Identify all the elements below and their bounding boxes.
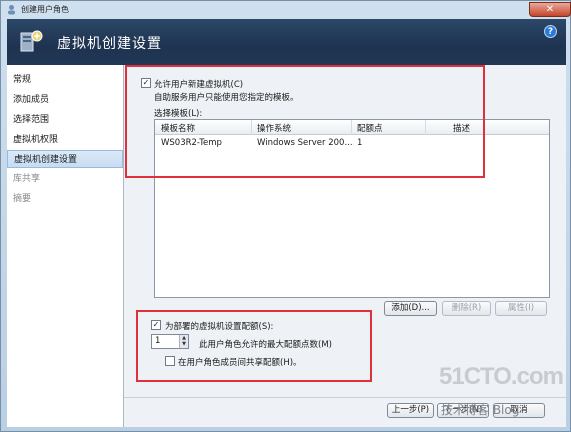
close-button[interactable]: ✕ [529, 2, 571, 17]
nav-item-general[interactable]: 常规 [7, 71, 123, 89]
watermark-site: 51CTO.com [439, 363, 564, 390]
page-header: 虚拟机创建设置 ? [7, 19, 566, 65]
footer-divider [124, 397, 566, 398]
highlight-box-quota [136, 310, 372, 382]
wizard-steps-nav: 常规 添加成员 选择范围 虚拟机权限 虚拟机创建设置 库共享 摘要 [7, 65, 124, 427]
nav-item-vm-permissions[interactable]: 虚拟机权限 [7, 131, 123, 149]
help-icon[interactable]: ? [544, 25, 557, 38]
remove-template-button[interactable]: 删除(R) [442, 301, 491, 316]
add-template-button[interactable]: 添加(D)... [384, 301, 437, 316]
nav-item-summary[interactable]: 摘要 [7, 190, 123, 208]
highlight-box-create-vm [125, 65, 485, 178]
user-role-icon [8, 5, 15, 15]
previous-button[interactable]: 上一步(P) [387, 403, 434, 418]
server-wizard-icon [20, 30, 43, 52]
page-title: 虚拟机创建设置 [57, 36, 162, 52]
nav-item-library-share[interactable]: 库共享 [7, 170, 123, 188]
nav-item-select-scope[interactable]: 选择范围 [7, 111, 123, 129]
nav-item-vm-creation-settings[interactable]: 虚拟机创建设置 [7, 150, 123, 168]
watermark-blog: 技术博客 Blog [441, 403, 520, 417]
title-bar: 创建用户角色 ✕ [2, 2, 571, 17]
dialog-window: 创建用户角色 ✕ 虚拟机创建设置 ? 常规 添加成员 选择范围 虚拟机权限 虚拟… [0, 0, 571, 432]
properties-button[interactable]: 属性(I) [495, 301, 547, 316]
window-title: 创建用户角色 [21, 5, 69, 14]
nav-item-add-members[interactable]: 添加成员 [7, 91, 123, 109]
